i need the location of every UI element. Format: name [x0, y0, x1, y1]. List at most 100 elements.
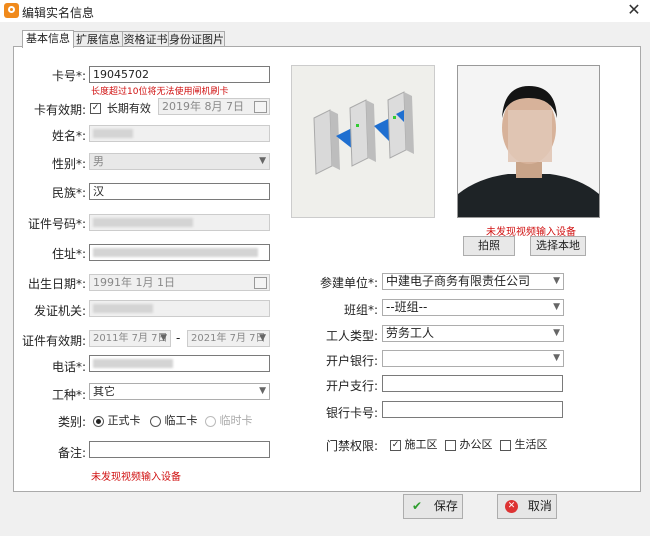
id-validity-to[interactable]: 2021年 7月 7日 ▼ — [187, 330, 270, 347]
birth-date-text: 1991年 1月 1日 — [93, 276, 175, 289]
photo-preview — [457, 65, 600, 218]
worker-type-label: 工人类型: — [325, 329, 378, 343]
bank-card-label: 银行卡号: — [325, 406, 378, 420]
radio-formal-label: 正式卡 — [107, 414, 141, 427]
title-bar — [0, 0, 650, 22]
branch-label: 开户支行: — [325, 379, 378, 393]
chevron-down-icon: ▼ — [553, 328, 560, 338]
access-living[interactable]: 生活区 — [500, 436, 548, 452]
long-term-checkbox[interactable]: ✓ — [90, 103, 101, 114]
card-validity-date-text: 2019年 8月 7日 — [162, 100, 244, 113]
job-label: 工种*: — [51, 388, 86, 402]
radio-temp-worker-label: 临工卡 — [164, 414, 198, 427]
access-office-checkbox[interactable] — [445, 439, 456, 451]
calendar-icon[interactable] — [254, 277, 267, 289]
name-label: 姓名*: — [51, 129, 86, 143]
access-living-checkbox[interactable] — [500, 439, 511, 451]
date-range-separator: - — [176, 331, 181, 345]
close-icon[interactable]: ✕ — [624, 0, 644, 20]
cancel-button[interactable]: ✕ 取消 — [497, 494, 557, 519]
job-select[interactable]: 其它 ▼ — [89, 383, 270, 400]
radio-temp-worker-dot[interactable] — [150, 415, 161, 427]
access-office[interactable]: 办公区 — [445, 436, 493, 452]
phone-label: 电话*: — [51, 360, 86, 374]
radio-temporary-dot[interactable] — [205, 415, 216, 427]
chevron-down-icon: ▼ — [259, 156, 266, 166]
access-office-label: 办公区 — [459, 438, 493, 451]
unit-label: 参建单位*: — [319, 276, 378, 290]
id-validity-to-text: 2021年 7月 7日 — [191, 333, 266, 344]
unit-select[interactable]: 中建电子商务有限责任公司 ▼ — [382, 273, 564, 290]
chevron-down-icon: ▼ — [553, 302, 560, 312]
team-label: 班组*: — [343, 303, 378, 317]
ethnic-label: 民族*: — [51, 186, 86, 200]
id-validity-label: 证件有效期: — [21, 334, 86, 348]
gender-value: 男 — [93, 155, 104, 168]
address-label: 住址*: — [51, 247, 86, 261]
chevron-down-icon: ▼ — [553, 276, 560, 286]
id-validity-from-text: 2011年 7月 7日 — [93, 333, 168, 344]
chevron-down-icon: ▼ — [553, 353, 560, 363]
capture-photo-button[interactable]: 拍照 — [463, 236, 515, 256]
id-no-label: 证件号码*: — [27, 217, 86, 231]
issuer-label: 发证机关: — [33, 304, 86, 318]
tab-basic-info[interactable]: 基本信息 — [22, 30, 74, 48]
birth-label: 出生日期*: — [27, 277, 86, 291]
chevron-down-icon: ▼ — [259, 333, 266, 343]
access-label: 门禁权限: — [325, 439, 378, 453]
check-icon: ✔ — [412, 499, 423, 513]
cancel-button-label: 取消 — [527, 499, 552, 513]
card-no-input[interactable]: 19045702 — [89, 66, 270, 83]
remark-input[interactable] — [89, 441, 270, 458]
window-title: 编辑实名信息 — [22, 6, 95, 20]
video-error-left: 未发现视频输入设备 — [91, 472, 181, 483]
worker-type-value: 劳务工人 — [386, 326, 435, 340]
id-no-input[interactable] — [89, 214, 270, 231]
person-photo — [458, 66, 599, 217]
turnstile-graphic — [292, 66, 434, 217]
turnstile-image — [291, 65, 435, 218]
chevron-down-icon: ▼ — [259, 386, 266, 396]
radio-temporary[interactable]: 临时卡 — [205, 412, 253, 428]
remark-label: 备注: — [57, 446, 86, 460]
name-input[interactable] — [89, 125, 270, 142]
bank-select[interactable]: ▼ — [382, 350, 564, 367]
team-select[interactable]: --班组-- ▼ — [382, 299, 564, 316]
choose-local-button[interactable]: 选择本地 — [530, 236, 586, 256]
app-icon — [4, 3, 19, 18]
calendar-icon[interactable] — [254, 101, 267, 113]
ethnic-input[interactable]: 汉 — [89, 183, 270, 200]
worker-type-select[interactable]: 劳务工人 ▼ — [382, 325, 564, 342]
card-validity-label: 卡有效期: — [33, 103, 86, 117]
card-no-label: 卡号*: — [51, 69, 86, 83]
card-no-hint: 长度超过10位将无法使用闸机刷卡 — [91, 87, 229, 97]
issuer-input[interactable] — [89, 300, 270, 317]
save-button-label: 保存 — [433, 499, 458, 513]
save-button[interactable]: ✔ 保存 — [403, 494, 463, 519]
card-validity-date[interactable]: 2019年 8月 7日 — [158, 98, 270, 115]
team-value: --班组-- — [386, 300, 428, 314]
job-value: 其它 — [93, 385, 115, 398]
radio-formal[interactable]: 正式卡 — [93, 412, 141, 428]
unit-value: 中建电子商务有限责任公司 — [386, 274, 531, 288]
chevron-down-icon: ▼ — [160, 333, 167, 343]
branch-input[interactable] — [382, 375, 563, 392]
access-construction-checkbox[interactable]: ✓ — [390, 439, 401, 451]
category-label: 类别: — [57, 415, 86, 429]
gender-select[interactable]: 男 ▼ — [89, 153, 270, 170]
long-term-checkbox-wrap[interactable]: ✓ 长期有效 — [90, 100, 151, 116]
bank-card-input[interactable] — [382, 401, 563, 418]
long-term-label: 长期有效 — [106, 102, 151, 115]
radio-temp-worker[interactable]: 临工卡 — [150, 412, 198, 428]
phone-input[interactable] — [89, 355, 270, 372]
gender-label: 性别*: — [51, 157, 86, 171]
birth-date[interactable]: 1991年 1月 1日 — [89, 274, 270, 291]
bank-label: 开户银行: — [325, 354, 378, 368]
radio-temporary-label: 临时卡 — [219, 414, 253, 427]
radio-formal-dot[interactable] — [93, 415, 104, 427]
access-living-label: 生活区 — [514, 438, 548, 451]
id-validity-from[interactable]: 2011年 7月 7日 ▼ — [89, 330, 171, 347]
address-input[interactable] — [89, 244, 270, 261]
access-construction[interactable]: ✓ 施工区 — [390, 436, 438, 452]
cancel-icon: ✕ — [505, 500, 518, 513]
